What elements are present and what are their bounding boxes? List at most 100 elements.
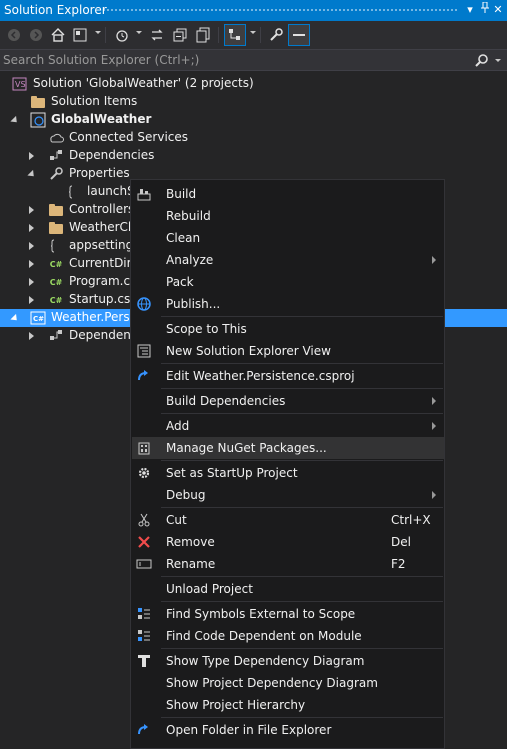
collapsed-chevron-icon[interactable] bbox=[27, 205, 37, 215]
menu-item-publish[interactable]: Publish... bbox=[132, 293, 444, 315]
window-dropdown-icon[interactable]: ▾ bbox=[462, 2, 478, 18]
menu-separator bbox=[161, 413, 443, 414]
tree-item-dependencies[interactable]: Dependencies bbox=[0, 147, 507, 165]
tree-item-label: Solution 'GlobalWeather' (2 projects) bbox=[33, 76, 254, 90]
menu-item-label: Rename bbox=[166, 557, 216, 571]
tree-item-solution-items[interactable]: Solution Items bbox=[0, 93, 507, 111]
menu-item-edit-csproj[interactable]: Edit Weather.Persistence.csproj bbox=[132, 365, 444, 387]
menu-item-remove[interactable]: Remove Del bbox=[132, 531, 444, 553]
scissors-icon bbox=[136, 512, 152, 528]
tree-item-label: Properties bbox=[69, 166, 130, 180]
menu-separator bbox=[161, 507, 443, 508]
folder-icon bbox=[48, 220, 64, 236]
tree-item-connected-services[interactable]: Connected Services bbox=[0, 129, 507, 147]
menu-item-label: Set as StartUp Project bbox=[166, 466, 298, 480]
collapsed-chevron-icon[interactable] bbox=[27, 259, 37, 269]
search-bar bbox=[0, 49, 507, 71]
tree-item-label: CurrentDire bbox=[69, 256, 139, 270]
menu-item-label: Pack bbox=[166, 275, 194, 289]
json-file-icon bbox=[66, 184, 82, 200]
forward-icon[interactable] bbox=[26, 25, 46, 45]
switch-views-icon[interactable] bbox=[70, 25, 90, 45]
menu-item-label: Build Dependencies bbox=[166, 394, 286, 408]
connected-services-icon bbox=[48, 130, 64, 146]
show-all-files-icon[interactable] bbox=[193, 25, 213, 45]
collapsed-chevron-icon[interactable] bbox=[27, 223, 37, 233]
find-code-icon bbox=[136, 628, 152, 644]
menu-item-show-type-dependency-diagram[interactable]: Show Type Dependency Diagram bbox=[132, 650, 444, 672]
submenu-arrow-icon bbox=[432, 256, 436, 264]
menu-item-rename[interactable]: Rename F2 bbox=[132, 553, 444, 575]
preview-dropdown-icon[interactable] bbox=[250, 31, 256, 34]
build-icon bbox=[136, 186, 152, 202]
collapsed-chevron-icon[interactable] bbox=[27, 151, 37, 161]
menu-separator bbox=[161, 717, 443, 718]
back-icon[interactable] bbox=[4, 25, 24, 45]
tree-item-solution[interactable]: VS Solution 'GlobalWeather' (2 projects) bbox=[0, 75, 507, 93]
submenu-arrow-icon bbox=[432, 397, 436, 405]
menu-item-label: Edit Weather.Persistence.csproj bbox=[166, 369, 355, 383]
menu-item-rebuild[interactable]: Rebuild bbox=[132, 205, 444, 227]
menu-item-show-project-hierarchy[interactable]: Show Project Hierarchy bbox=[132, 694, 444, 716]
menu-item-shortcut: Del bbox=[391, 535, 411, 549]
menu-item-manage-nuget-packages[interactable]: Manage NuGet Packages... bbox=[132, 437, 444, 459]
menu-item-show-project-dependency-diagram[interactable]: Show Project Dependency Diagram bbox=[132, 672, 444, 694]
menu-item-shortcut: F2 bbox=[391, 557, 406, 571]
properties-icon[interactable] bbox=[266, 25, 286, 45]
collapsed-chevron-icon[interactable] bbox=[27, 331, 37, 341]
tree-item-globalweather[interactable]: GlobalWeather bbox=[0, 111, 507, 129]
menu-item-pack[interactable]: Pack bbox=[132, 271, 444, 293]
menu-item-set-startup-project[interactable]: Set as StartUp Project bbox=[132, 462, 444, 484]
menu-item-analyze[interactable]: Analyze bbox=[132, 249, 444, 271]
tree-item-label: Dependenc bbox=[69, 328, 138, 342]
sync-with-document-icon[interactable] bbox=[147, 25, 167, 45]
menu-item-build-dependencies[interactable]: Build Dependencies bbox=[132, 390, 444, 412]
expanded-chevron-icon[interactable] bbox=[27, 169, 37, 180]
menu-item-new-solution-explorer-view[interactable]: New Solution Explorer View bbox=[132, 340, 444, 362]
close-window-icon[interactable]: ✕ bbox=[490, 2, 506, 18]
folder-icon bbox=[48, 202, 64, 218]
menu-separator bbox=[161, 460, 443, 461]
collapsed-chevron-icon[interactable] bbox=[27, 295, 37, 305]
tree-item-label: appsettings bbox=[69, 238, 140, 252]
toolbar-separator bbox=[218, 27, 219, 43]
menu-item-find-code-dependent[interactable]: Find Code Dependent on Module bbox=[132, 625, 444, 647]
csharp-file-icon: C# bbox=[49, 259, 63, 269]
nuget-icon bbox=[136, 440, 152, 456]
menu-item-label: Unload Project bbox=[166, 582, 253, 596]
expanded-chevron-icon[interactable] bbox=[10, 313, 20, 324]
menu-item-label: Show Project Dependency Diagram bbox=[166, 676, 378, 690]
collapsed-chevron-icon[interactable] bbox=[27, 277, 37, 287]
drag-grip[interactable] bbox=[102, 8, 459, 13]
collapsed-chevron-icon[interactable] bbox=[27, 241, 37, 251]
menu-item-debug[interactable]: Debug bbox=[132, 484, 444, 506]
search-input[interactable] bbox=[3, 51, 463, 69]
tree-item-label: GlobalWeather bbox=[51, 112, 152, 126]
menu-item-scope-to-this[interactable]: Scope to This bbox=[132, 318, 444, 340]
preview-pane-icon[interactable] bbox=[288, 24, 310, 46]
menu-item-shortcut: Ctrl+X bbox=[391, 513, 431, 527]
tree-item-label: Controllers bbox=[69, 202, 135, 216]
menu-item-label: Cut bbox=[166, 513, 187, 527]
menu-separator bbox=[161, 316, 443, 317]
search-icon[interactable] bbox=[475, 53, 489, 70]
menu-item-find-symbols-external[interactable]: Find Symbols External to Scope bbox=[132, 603, 444, 625]
web-project-icon bbox=[30, 112, 46, 128]
switch-views-dropdown-icon[interactable] bbox=[95, 31, 101, 34]
svg-text:VS: VS bbox=[15, 80, 26, 89]
preview-selected-icon[interactable] bbox=[224, 24, 246, 46]
csharp-file-icon: C# bbox=[49, 277, 63, 287]
pending-changes-filter-icon[interactable] bbox=[112, 25, 132, 45]
csharp-project-icon: C# bbox=[30, 310, 46, 326]
menu-item-label: Publish... bbox=[166, 297, 221, 311]
collapse-all-icon[interactable] bbox=[170, 25, 190, 45]
menu-item-unload-project[interactable]: Unload Project bbox=[132, 578, 444, 600]
menu-item-cut[interactable]: Cut Ctrl+X bbox=[132, 509, 444, 531]
menu-item-add[interactable]: Add bbox=[132, 415, 444, 437]
home-icon[interactable] bbox=[48, 25, 68, 45]
menu-item-build[interactable]: Build bbox=[132, 183, 444, 205]
expanded-chevron-icon[interactable] bbox=[10, 115, 20, 126]
menu-item-clean[interactable]: Clean bbox=[132, 227, 444, 249]
filter-dropdown-icon[interactable] bbox=[136, 31, 142, 34]
search-options-dropdown-icon[interactable] bbox=[495, 59, 501, 62]
